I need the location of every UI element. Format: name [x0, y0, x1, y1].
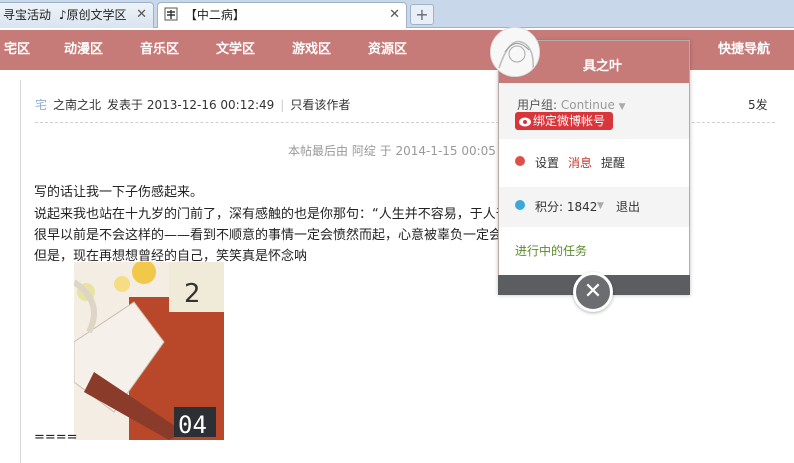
quick-nav-link[interactable]: 快捷导航 — [718, 30, 770, 70]
meta-divider: | — [280, 98, 285, 112]
chevron-down-icon[interactable]: ▼ — [619, 102, 626, 112]
post-ending: ==== — [34, 430, 78, 445]
weibo-icon — [518, 114, 532, 128]
nav-item-resources[interactable]: 资源区 — [368, 30, 407, 70]
post-date: 发表于 2013-12-16 00:12:49 — [107, 98, 275, 112]
user-group-value[interactable]: Continue — [561, 98, 615, 112]
logout-link[interactable]: 退出 — [616, 198, 640, 215]
tab-label: ♪原创文学区 — [58, 8, 127, 22]
user-popup: 具之叶 用户组: Continue ▼ 绑定微博帐号 设置 消息 提醒 积分: … — [498, 40, 690, 295]
user-group-label: 用户组: — [517, 98, 558, 112]
points-link[interactable]: 积分: 1842 — [535, 198, 597, 215]
tab-label: 寻宝活动 — [3, 8, 52, 22]
site-favicon-icon — [164, 5, 178, 21]
edit-note: 本帖最后由 阿绽 于 2014-1-15 00:05 编辑 — [288, 144, 524, 158]
nav-item-anime[interactable]: 动漫区 — [64, 30, 103, 70]
bind-weibo-button[interactable]: 绑定微博帐号 — [515, 112, 613, 130]
close-tab-icon[interactable]: ✕ — [389, 3, 400, 27]
zhai-badge: 宅 — [35, 98, 48, 112]
tasks-in-progress-link[interactable]: 进行中的任务 — [515, 242, 587, 259]
new-tab-button[interactable]: + — [410, 4, 434, 25]
settings-dot-icon — [515, 156, 525, 166]
username[interactable]: 具之叶 — [583, 55, 622, 74]
post-image[interactable]: 2 04 — [74, 262, 224, 440]
nav-item-zhai[interactable]: 宅区 — [4, 30, 30, 70]
close-popup-button[interactable]: ✕ — [573, 272, 613, 312]
avatar[interactable] — [490, 27, 540, 77]
remind-link[interactable]: 提醒 — [601, 154, 625, 171]
tab-treasure-event[interactable]: 寻宝活动 ♪原创文学区 ✕ — [0, 2, 154, 28]
tab-label: 【中二病】 — [184, 8, 245, 22]
messages-link[interactable]: 消息 — [568, 154, 592, 171]
svg-text:04: 04 — [178, 411, 207, 439]
points-dot-icon — [515, 200, 525, 210]
only-author-link[interactable]: 只看该作者 — [290, 98, 350, 112]
close-tab-icon[interactable]: ✕ — [136, 3, 147, 27]
post-body-line: 写的话让我一下子伤感起来。 — [34, 185, 204, 200]
user-group: 用户组: Continue ▼ — [517, 96, 626, 113]
nav-item-games[interactable]: 游戏区 — [292, 30, 331, 70]
content-left-border — [20, 80, 21, 463]
post-floor-number: 5发 — [748, 98, 768, 112]
tab-zhong-er-bing[interactable]: 【中二病】 ✕ — [157, 2, 407, 28]
close-icon: ✕ — [583, 279, 603, 304]
settings-link[interactable]: 设置 — [535, 154, 559, 171]
nav-item-music[interactable]: 音乐区 — [140, 30, 179, 70]
post-meta: 宅之南之北 发表于 2013-12-16 00:12:49 | 只看该作者 — [35, 96, 350, 113]
post-author[interactable]: 之南之北 — [53, 98, 101, 112]
chevron-down-icon[interactable]: ▼ — [597, 201, 604, 211]
bind-weibo-label: 绑定微博帐号 — [533, 114, 606, 128]
browser-tab-strip: 寻宝活动 ♪原创文学区 ✕ 【中二病】 ✕ + — [0, 0, 794, 28]
nav-item-literature[interactable]: 文学区 — [216, 30, 255, 70]
svg-text:2: 2 — [184, 279, 201, 309]
